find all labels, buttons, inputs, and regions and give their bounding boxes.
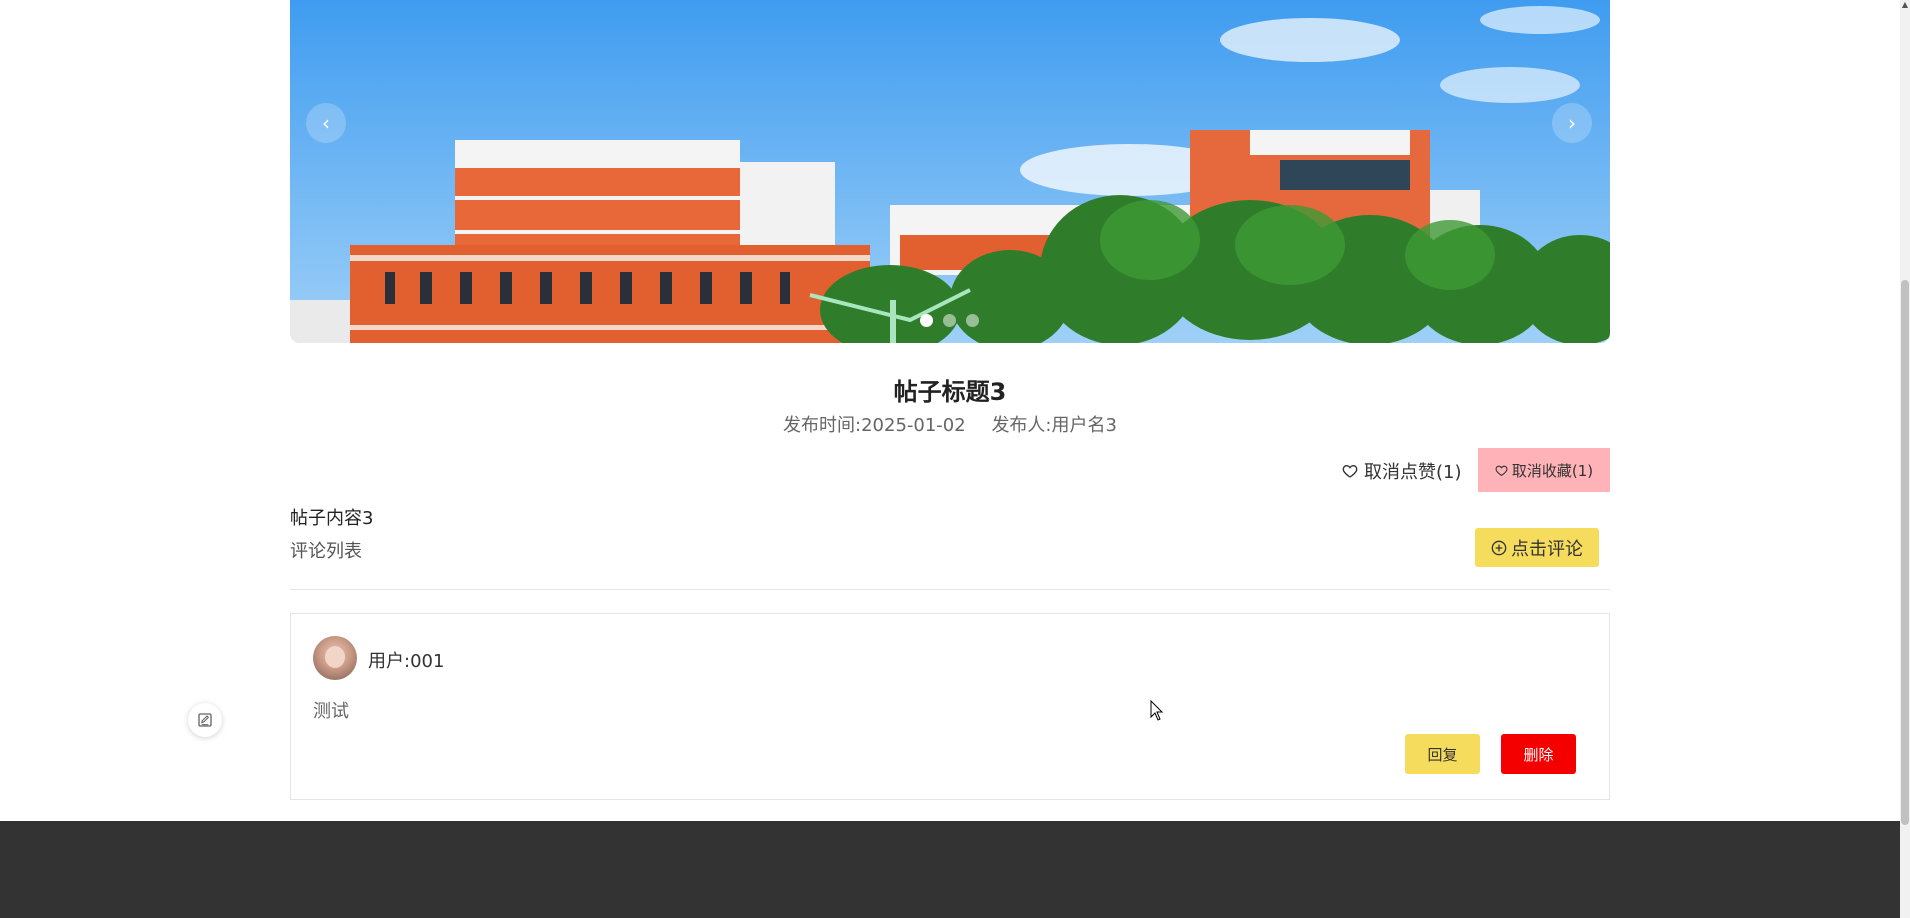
comment-text: 测试 [313,701,349,722]
post-meta: 发布时间:2025-01-02 发布人:用户名3 [290,411,1610,437]
unlike-button[interactable]: 取消点赞(1) [1342,458,1462,484]
carousel-dot[interactable] [943,314,956,327]
mouse-cursor-icon [1150,700,1164,721]
carousel-prev-button[interactable]: ‹ [306,103,346,143]
publisher-label: 发布人: [991,415,1052,436]
comment-list-title: 评论列表 [290,541,362,562]
unfavorite-button[interactable]: 取消收藏(1) [1478,448,1610,492]
banner-carousel: ‹ › [290,0,1610,343]
publisher-value: 用户名3 [1051,415,1117,436]
edit-icon [198,713,212,727]
plus-circle-icon [1491,540,1507,555]
chevron-left-icon: ‹ [322,111,330,135]
add-comment-button[interactable]: 点击评论 [1475,528,1599,567]
chevron-right-icon: › [1568,111,1576,135]
reply-button[interactable]: 回复 [1405,734,1480,774]
footer [0,821,1900,918]
divider [290,589,1610,590]
carousel-next-button[interactable]: › [1552,103,1592,143]
carousel-indicators [920,314,979,327]
scrollbar-thumb[interactable] [1901,280,1909,825]
scroll-up-icon[interactable]: ▲ [1901,0,1909,10]
carousel-dot[interactable] [920,314,933,327]
post-content: 帖子内容3 [290,508,374,529]
publish-time-value: 2025-01-02 [861,415,966,436]
delete-button[interactable]: 删除 [1501,734,1576,774]
post-title: 帖子标题3 [893,378,1007,406]
publisher: 发布人:用户名3 [991,415,1117,436]
banner-image [290,0,1610,343]
add-comment-label: 点击评论 [1511,538,1583,560]
scrollbar[interactable]: ▲ [1900,0,1910,918]
comment-card: 用户:001 测试 回复 删除 [290,613,1610,800]
comment-user: 用户:001 [368,651,445,672]
publish-time: 发布时间:2025-01-02 [783,415,966,436]
heart-icon [1342,464,1358,478]
floating-edit-button[interactable] [188,703,222,737]
carousel-dot[interactable] [966,314,979,327]
page: ‹ › 帖子标题3 发布时间:2025-01-02 发布人:用户名3 取消点赞(… [0,0,1910,918]
unlike-label: 取消点赞(1) [1364,462,1462,483]
heart-icon [1495,465,1508,476]
avatar [313,636,357,680]
unfavorite-label: 取消收藏(1) [1511,461,1594,480]
publish-time-label: 发布时间: [783,415,862,436]
